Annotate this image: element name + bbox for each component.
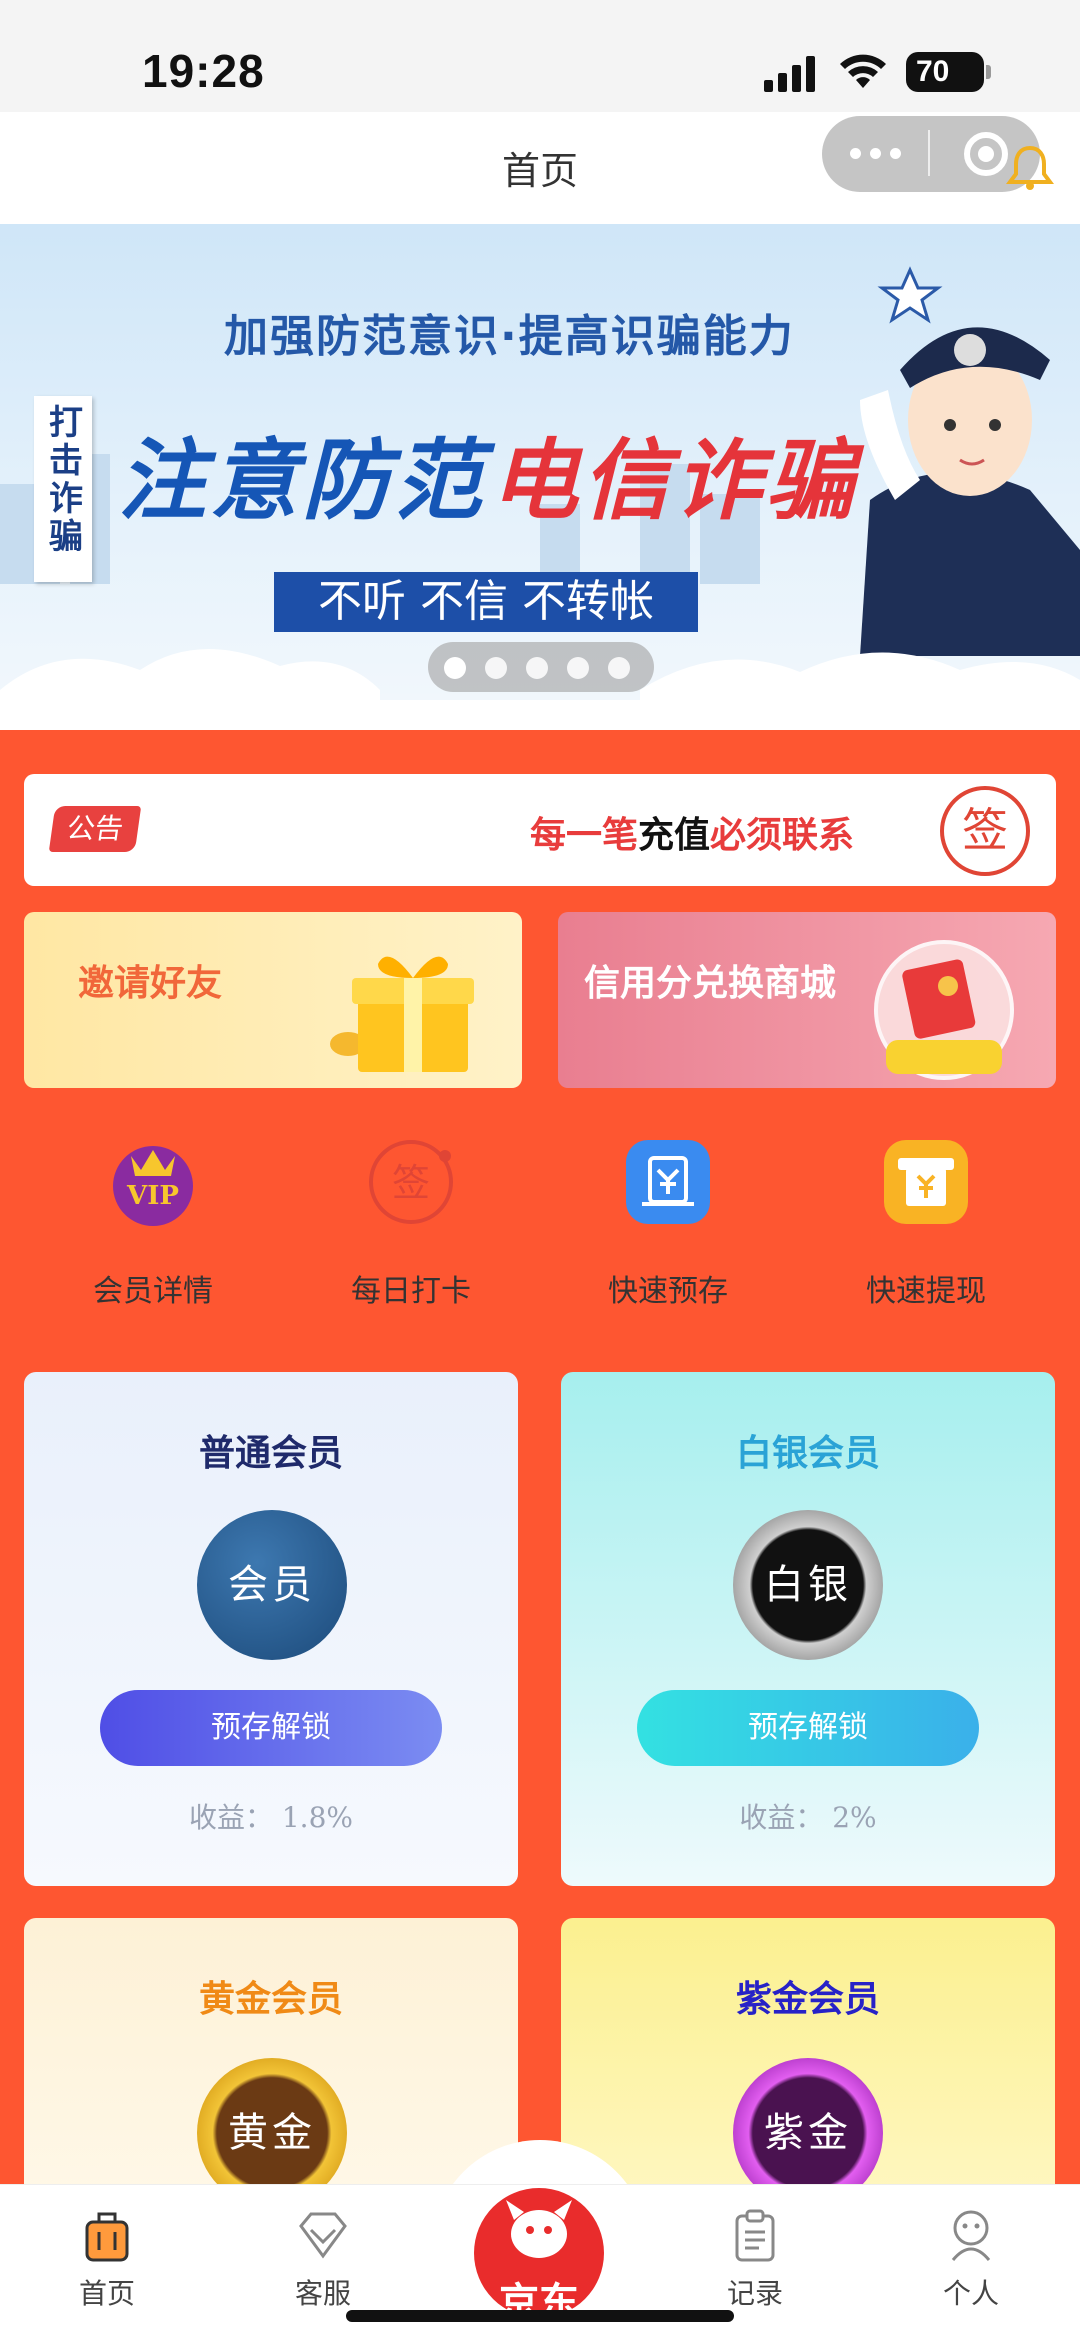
jd-mascot-icon [506,2200,572,2258]
announcement-badge: 公告 [48,806,142,852]
banner-headline-blue: 注意防范 [118,429,487,532]
tab-profile[interactable]: 个人 [891,2208,1051,2312]
person-icon [951,2210,991,2261]
diamond-icon [299,2212,347,2259]
invite-friends-label: 邀请好友 [78,963,223,1004]
gift-box-icon [330,956,474,1072]
clipboard-icon [735,2209,775,2262]
home-indicator [346,2310,734,2322]
status-time: 19:28 [142,45,265,97]
sign-in-button[interactable]: 签 [940,786,1030,876]
member-rate: 收益： 1.8% [188,1801,354,1834]
more-icon[interactable] [848,138,904,168]
close-target-icon[interactable] [964,132,1008,176]
banner-slogan: 不听 不信 不转帐 [274,572,698,632]
member-medal-regular: 会员 [197,1510,347,1660]
quick-action-label[interactable]: 会员详情 [43,1266,263,1310]
member-title: 普通会员 [198,1433,343,1474]
deposit-unlock-button[interactable]: 预存解锁 [637,1690,979,1766]
battery-indicator: 70 [906,52,991,92]
withdraw-atm-icon[interactable] [882,1138,970,1226]
quick-action-label[interactable]: 每日打卡 [301,1266,521,1310]
carousel-dot[interactable] [526,657,548,679]
cellular-signal-icon [764,56,815,92]
tab-service-label: 客服 [294,2277,351,2310]
member-title: 白银会员 [735,1433,880,1474]
member-title: 紫金会员 [735,1979,880,2020]
sign-stamp-icon[interactable]: 签 [367,1138,455,1226]
svg-text:签: 签 [392,1161,430,1205]
banner-subtitle: 加强防范意识·提高识骗能力 [224,311,795,362]
banner-vertical-tag: 打击诈骗 [34,396,92,582]
bell-icon[interactable] [1006,142,1054,192]
carousel-indicator [428,642,654,692]
announcement-text: 每一笔充值必须联系 [530,815,855,856]
tab-records[interactable]: 记录 [675,2208,835,2312]
tab-home-label: 首页 [78,2277,135,2310]
carousel-dot[interactable] [608,657,630,679]
suitcase-icon [85,2212,129,2262]
capsule-divider [928,130,930,176]
svg-text:VIP: VIP [126,1181,179,1211]
credit-mall-label: 信用分兑换商城 [584,963,837,1004]
carousel-dot[interactable] [485,657,507,679]
tab-service[interactable]: 客服 [243,2208,403,2312]
banner-vertical-tag-text: 打击诈骗 [42,404,83,556]
police-officer-illustration [860,266,1080,656]
vip-crown-icon[interactable]: VIP [109,1138,197,1226]
member-title: 黄金会员 [198,1979,343,2020]
carousel-dot[interactable] [567,657,589,679]
carousel-dot[interactable] [444,657,466,679]
quick-action-label[interactable]: 快速预存 [558,1266,778,1310]
member-rate: 收益： 2% [739,1801,877,1834]
red-envelope-orb-icon [874,940,1014,1080]
tab-records-label: 记录 [726,2277,783,2310]
tab-home[interactable]: 首页 [27,2208,187,2312]
member-medal-silver: 白银 [733,1510,883,1660]
wifi-icon [840,54,886,88]
quick-action-label[interactable]: 快速提现 [816,1266,1036,1310]
deposit-yen-icon[interactable] [624,1138,712,1226]
tab-profile-label: 个人 [942,2277,999,2310]
deposit-unlock-button[interactable]: 预存解锁 [100,1690,442,1766]
